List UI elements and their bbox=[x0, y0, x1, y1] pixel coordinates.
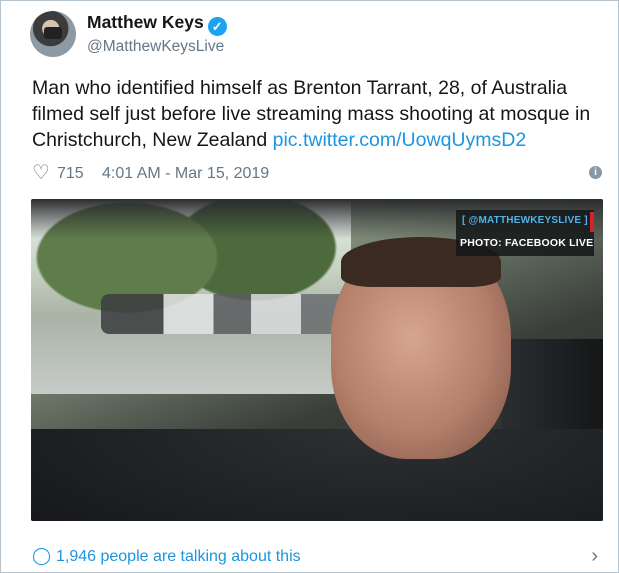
tweet-meta: ♡ 715 4:01 AM - Mar 15, 2019 i bbox=[32, 163, 602, 185]
chevron-right-icon[interactable]: › bbox=[591, 546, 598, 566]
like-count[interactable]: 715 bbox=[57, 165, 84, 183]
author-handle[interactable]: @MatthewKeysLive bbox=[87, 38, 224, 56]
avatar[interactable] bbox=[30, 11, 76, 57]
tweet-text: Man who identified himself as Brenton Ta… bbox=[32, 75, 612, 153]
camera-shape bbox=[44, 27, 62, 39]
watermark-handle: [ @MATTHEWKEYSLIVE ] bbox=[462, 215, 588, 226]
tweet-card: Matthew Keys ✓ @MatthewKeysLive Man who i… bbox=[0, 0, 619, 573]
watermark-accent bbox=[590, 212, 594, 232]
verified-badge-icon: ✓ bbox=[207, 17, 227, 36]
photo-watermark: [ @MATTHEWKEYSLIVE ] PHOTO: FACEBOOK LIV… bbox=[456, 210, 594, 256]
talking-about-text[interactable]: 1,946 people are talking about this bbox=[56, 548, 301, 566]
heart-icon[interactable]: ♡ bbox=[32, 163, 50, 183]
conversation-link[interactable]: ◯ 1,946 people are talking about this › bbox=[32, 546, 602, 570]
info-icon[interactable]: i bbox=[589, 166, 602, 179]
author-name-row[interactable]: Matthew Keys ✓ bbox=[87, 12, 227, 36]
author-name[interactable]: Matthew Keys bbox=[87, 12, 204, 32]
watermark-credit: PHOTO: FACEBOOK LIVE bbox=[460, 237, 594, 249]
comment-bubble-icon: ◯ bbox=[32, 546, 52, 565]
parked-cars bbox=[101, 294, 351, 334]
tweet-media-link[interactable]: pic.twitter.com/UowqUymsD2 bbox=[273, 129, 527, 151]
timestamp[interactable]: 4:01 AM - Mar 15, 2019 bbox=[102, 165, 269, 183]
person-body bbox=[31, 429, 603, 521]
